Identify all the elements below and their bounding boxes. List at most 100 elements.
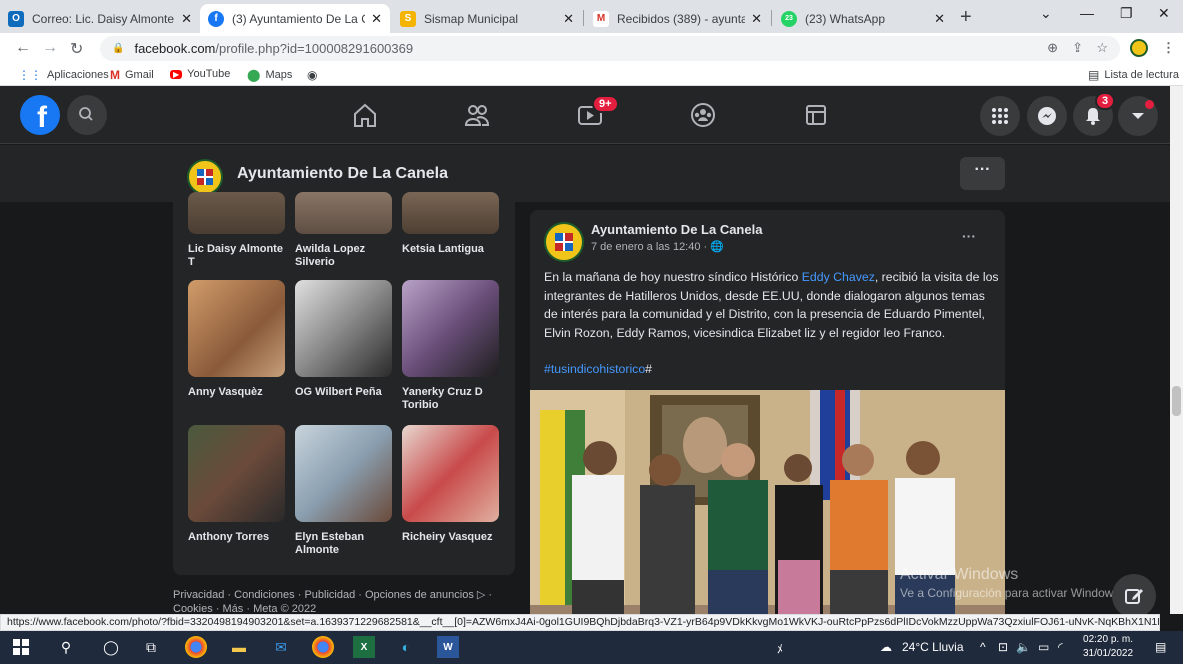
- wifi-icon[interactable]: ◜: [1058, 640, 1063, 654]
- friend-name[interactable]: Anthony Torres: [188, 531, 285, 544]
- close-tab-icon[interactable]: ✕: [563, 11, 574, 27]
- tab-search-icon[interactable]: ⌄: [1040, 5, 1052, 22]
- url-field[interactable]: 🔒 facebook.com/profile.php?id=1000082916…: [100, 36, 1120, 61]
- file-explorer-icon[interactable]: ▬: [228, 636, 250, 658]
- reload-icon[interactable]: ↻: [70, 39, 83, 59]
- friend-photo[interactable]: [402, 192, 499, 234]
- chrome-second-taskbar-icon[interactable]: [312, 636, 334, 658]
- friend-item[interactable]: OG Wilbert Peña: [295, 280, 392, 399]
- profile-avatar[interactable]: [1130, 39, 1148, 57]
- friend-name[interactable]: OG Wilbert Peña: [295, 386, 392, 399]
- chrome-taskbar-icon[interactable]: [185, 636, 207, 658]
- page-title[interactable]: Ayuntamiento De La Canela: [237, 165, 448, 183]
- bookmark-label: Gmail: [125, 69, 154, 81]
- tab-sismap[interactable]: S Sismap Municipal ✕: [392, 4, 582, 33]
- friend-photo[interactable]: [402, 280, 499, 377]
- groups-icon[interactable]: [688, 100, 718, 130]
- friend-item[interactable]: Awilda Lopez Silverio: [295, 192, 392, 269]
- friend-name[interactable]: Elyn Esteban Almonte: [295, 531, 392, 557]
- friend-photo[interactable]: [188, 425, 285, 522]
- friend-name[interactable]: Anny Vasquèz: [188, 386, 285, 399]
- bookmark-gmail[interactable]: M Gmail: [110, 68, 154, 82]
- menu-button[interactable]: [980, 96, 1020, 136]
- bookmark-youtube[interactable]: ▶ YouTube: [170, 68, 230, 80]
- search-button[interactable]: [67, 95, 107, 135]
- close-tab-icon[interactable]: ✕: [751, 11, 762, 27]
- taskbar-search-icon[interactable]: ⚲: [55, 636, 77, 658]
- page-more-button[interactable]: ···: [960, 157, 1005, 190]
- friend-item[interactable]: Lic Daisy Almonte T: [188, 192, 285, 269]
- bookmark-apps[interactable]: ⋮⋮ Aplicaciones: [18, 68, 109, 82]
- friend-photo[interactable]: [295, 280, 392, 377]
- friend-photo[interactable]: [188, 192, 285, 234]
- hashtag-link[interactable]: #tusindicohistorico: [544, 362, 645, 376]
- tab-facebook[interactable]: f (3) Ayuntamiento De La Can ✕: [200, 4, 390, 33]
- minimize-icon[interactable]: —: [1080, 5, 1094, 21]
- bookmark-star-icon[interactable]: ☆: [1096, 40, 1108, 56]
- edge-icon[interactable]: ◐: [395, 636, 417, 658]
- excel-icon[interactable]: X: [353, 636, 375, 658]
- post-author-name[interactable]: Ayuntamiento De La Canela: [591, 222, 762, 237]
- cortana-icon[interactable]: ◯: [100, 636, 122, 658]
- bookmark-maps[interactable]: ⬤ Maps: [247, 68, 292, 82]
- page-logo-icon[interactable]: [187, 159, 223, 195]
- word-icon[interactable]: W: [437, 636, 459, 658]
- restore-icon[interactable]: ❐: [1120, 5, 1133, 22]
- post-timestamp[interactable]: 7 de enero a las 12:40 · 🌐: [591, 240, 724, 253]
- messenger-button[interactable]: [1027, 96, 1067, 136]
- chrome-menu-icon[interactable]: ⋮: [1162, 40, 1175, 56]
- home-icon[interactable]: [350, 100, 380, 130]
- bookmark-unnamed[interactable]: ◉: [307, 68, 322, 82]
- tray-chevron-icon[interactable]: ^: [980, 640, 986, 654]
- page-scrollbar[interactable]: [1170, 86, 1183, 614]
- weather-text[interactable]: 24°C Lluvia: [902, 640, 964, 654]
- task-view-icon[interactable]: ⧉: [140, 636, 162, 658]
- friend-name[interactable]: Richeiry Vasquez: [402, 531, 499, 544]
- facebook-logo-icon[interactable]: f: [20, 95, 60, 135]
- close-tab-icon[interactable]: ✕: [934, 11, 945, 27]
- post-mention-link[interactable]: Eddy Chavez: [802, 270, 875, 284]
- close-tab-icon[interactable]: ✕: [181, 11, 192, 27]
- new-message-button[interactable]: [1112, 574, 1156, 618]
- facebook-footer-links[interactable]: Privacidad · Condiciones · Publicidad · …: [173, 588, 513, 616]
- notification-center-icon[interactable]: ▤: [1155, 640, 1166, 654]
- friend-name[interactable]: Yanerky Cruz D Toribio: [402, 386, 499, 412]
- tab-outlook[interactable]: O Correo: Lic. Daisy Almonte - ✕: [0, 4, 200, 33]
- network-icon[interactable]: ⊡: [998, 640, 1008, 654]
- post-author-avatar[interactable]: [544, 222, 584, 262]
- taskbar-clock[interactable]: 02:20 p. m. 31/01/2022: [1083, 633, 1133, 661]
- friend-photo[interactable]: [402, 425, 499, 522]
- forward-icon[interactable]: →: [42, 39, 58, 57]
- friend-item[interactable]: Ketsia Lantigua: [402, 192, 499, 256]
- friend-item[interactable]: Anny Vasquèz: [188, 280, 285, 399]
- close-tab-icon[interactable]: ✕: [371, 11, 382, 27]
- friends-icon[interactable]: [462, 100, 492, 130]
- friend-name[interactable]: Awilda Lopez Silverio: [295, 243, 392, 269]
- friend-name[interactable]: Ketsia Lantigua: [402, 243, 499, 256]
- tab-whatsapp[interactable]: 23 (23) WhatsApp ✕: [773, 4, 953, 33]
- friend-item[interactable]: Yanerky Cruz D Toribio: [402, 280, 499, 412]
- zoom-icon[interactable]: ⊕: [1047, 40, 1058, 56]
- friend-item[interactable]: Anthony Torres: [188, 425, 285, 544]
- scrollbar-thumb[interactable]: [1172, 386, 1181, 416]
- reading-list[interactable]: ▤ Lista de lectura: [1088, 68, 1179, 82]
- watermark-title: Activar Windows: [900, 566, 1019, 583]
- back-icon[interactable]: ←: [15, 39, 31, 57]
- friend-name[interactable]: Lic Daisy Almonte T: [188, 243, 285, 269]
- tab-gmail[interactable]: M Recibidos (389) - ayuntamien ✕: [585, 4, 770, 33]
- friend-item[interactable]: Richeiry Vasquez: [402, 425, 499, 544]
- battery-icon[interactable]: ▭: [1038, 640, 1049, 654]
- friend-item[interactable]: Elyn Esteban Almonte: [295, 425, 392, 557]
- post-options-button[interactable]: ···: [962, 228, 976, 244]
- share-icon[interactable]: ⇪: [1072, 40, 1083, 56]
- friend-photo[interactable]: [188, 280, 285, 377]
- friend-photo[interactable]: [295, 425, 392, 522]
- volume-icon[interactable]: 🔈: [1016, 640, 1031, 654]
- mail-icon[interactable]: ✉: [270, 636, 292, 658]
- new-tab-button[interactable]: +: [960, 6, 972, 29]
- close-window-icon[interactable]: ✕: [1158, 5, 1170, 22]
- windows-start-icon[interactable]: [10, 636, 32, 658]
- friend-photo[interactable]: [295, 192, 392, 234]
- gaming-icon[interactable]: [801, 100, 831, 130]
- people-icon[interactable]: ﾒ: [777, 640, 783, 657]
